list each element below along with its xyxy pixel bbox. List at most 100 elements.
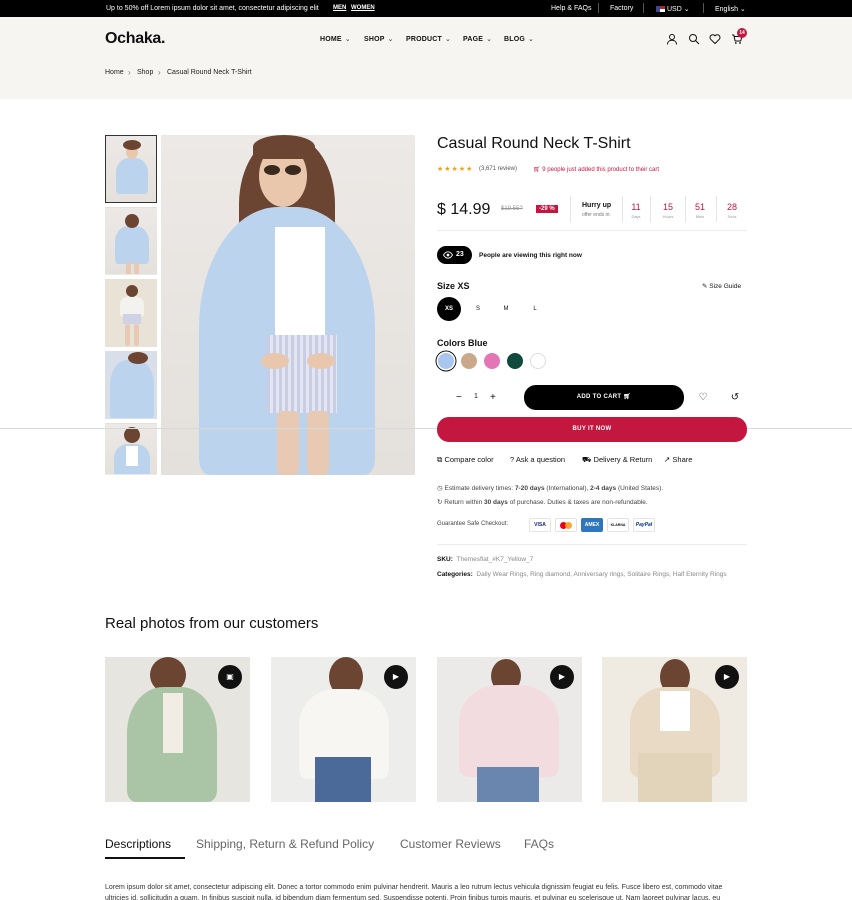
cart-note-text: 9 people just added this product to thei… — [542, 167, 660, 173]
compare-color-link[interactable]: ⧉ Compare color — [437, 455, 494, 465]
gallery-thumbnail[interactable] — [105, 279, 157, 347]
nav-home[interactable]: HOME ⌄ — [320, 35, 351, 43]
customer-photo[interactable]: ▶ — [271, 657, 416, 802]
discount-badge: -29 % — [536, 205, 558, 213]
chevron-down-icon: ⌄ — [683, 6, 690, 13]
gallery-thumbnail[interactable] — [105, 351, 157, 419]
klarna-icon: KLARNA — [607, 518, 629, 532]
cart-count-badge: 14 — [737, 28, 747, 38]
color-swatch-white[interactable] — [530, 353, 546, 369]
size-option-s[interactable]: S — [466, 297, 490, 321]
size-guide-text: Size Guide — [709, 283, 742, 290]
men-link[interactable]: MEN — [333, 5, 346, 11]
customer-photo[interactable]: ▶ — [602, 657, 747, 802]
nav-label: PRODUCT — [406, 36, 443, 43]
tab-shipping-policy[interactable]: Shipping, Return & Refund Policy — [196, 837, 374, 851]
main-product-image[interactable] — [161, 135, 415, 475]
viewers-count: 23 — [456, 251, 464, 258]
compare-button[interactable]: ↺ — [724, 387, 746, 409]
customer-photos-title: Real photos from our customers — [105, 615, 319, 632]
countdown-mins-label: Mins — [695, 214, 705, 219]
return-policy: ↻ Return within 30 days of purchase. Dut… — [437, 498, 648, 506]
delivery-us-suffix: (United States). — [617, 485, 664, 492]
video-play-icon[interactable]: ▶ — [715, 665, 739, 689]
women-link[interactable]: WOMEN — [351, 5, 375, 11]
add-to-cart-button[interactable]: ADD TO CART 🛒︎ — [524, 385, 684, 410]
chevron-down-icon: ⌄ — [445, 36, 452, 43]
color-swatch-beige[interactable] — [461, 353, 477, 369]
countdown-secs: 28 — [726, 202, 737, 212]
sku-label: SKU: — [437, 556, 453, 563]
increase-button[interactable]: + — [490, 392, 496, 403]
size-option-l[interactable]: L — [523, 297, 547, 321]
review-count[interactable]: (3,671 review) — [479, 166, 517, 172]
tab-descriptions[interactable]: Descriptions — [105, 837, 171, 851]
sku-row: SKU: Themesflat_#K7_Yellow_7 — [437, 556, 533, 563]
question-icon: ? — [510, 455, 515, 464]
gallery-thumbnail[interactable] — [105, 207, 157, 275]
color-swatch-pink[interactable] — [484, 353, 500, 369]
tab-faqs[interactable]: FAQs — [524, 837, 554, 851]
gallery-thumbnail[interactable] — [105, 135, 157, 203]
cart-icon: 🛒︎ — [533, 167, 541, 173]
offer-ends-label: offer ends in: — [582, 212, 611, 218]
breadcrumb-shop[interactable]: Shop — [137, 69, 153, 76]
nav-page[interactable]: PAGE ⌄ — [463, 35, 492, 43]
checkout-label: Guarantee Safe Checkout: — [437, 521, 509, 527]
ask-question-link[interactable]: ? Ask a question — [510, 455, 565, 464]
nav-shop[interactable]: SHOP ⌄ — [364, 35, 394, 43]
countdown-days: 11 — [631, 202, 641, 212]
logo[interactable]: Ochaka. — [105, 30, 165, 48]
wishlist-button[interactable]: ♡ — [692, 387, 714, 409]
user-icon[interactable] — [666, 33, 678, 45]
breadcrumb-home[interactable]: Home — [105, 69, 124, 76]
chevron-right-icon: › — [158, 68, 161, 77]
customer-photo[interactable]: ▶ — [437, 657, 582, 802]
sku-value: Themesflat_#K7_Yellow_7 — [456, 556, 534, 563]
delivery-return-link[interactable]: ⛟ Delivery & Return — [582, 455, 652, 465]
color-swatch-blue[interactable] — [438, 353, 454, 369]
tab-customer-reviews[interactable]: Customer Reviews — [400, 837, 501, 851]
countdown-hours: 15 — [662, 202, 673, 212]
size-option-xs[interactable]: XS — [437, 297, 461, 321]
amex-icon: AMEX — [581, 518, 603, 532]
cart-activity-note: 🛒︎ 9 people just added this product to t… — [533, 166, 659, 173]
quantity-value[interactable]: 1 — [474, 393, 478, 400]
clock-icon: ◷ — [437, 485, 443, 492]
original-price: $19.55? — [501, 206, 523, 212]
paypal-icon: PayPal — [633, 518, 655, 532]
categories-value[interactable]: Daily Wear Rings, Ring diamond, Annivers… — [476, 571, 726, 578]
return-icon: ↻ — [437, 499, 443, 506]
return-suffix: of purchase. Duties & taxes are non-refu… — [509, 499, 648, 506]
size-option-m[interactable]: M — [494, 297, 518, 321]
gallery-icon[interactable]: ▣ — [218, 665, 242, 689]
size-guide-link[interactable]: ✎ Size Guide — [702, 282, 741, 290]
nav-blog[interactable]: BLOG ⌄ — [504, 35, 534, 43]
color-swatch-green[interactable] — [507, 353, 523, 369]
nav-product[interactable]: PRODUCT ⌄ — [406, 35, 451, 43]
wishlist-heart-icon[interactable] — [709, 33, 721, 45]
help-link[interactable]: Help & FAQs — [551, 5, 591, 12]
gallery-thumbnail[interactable] — [105, 423, 157, 475]
factory-link[interactable]: Factory — [610, 5, 633, 12]
video-play-icon[interactable]: ▶ — [550, 665, 574, 689]
nav-label: HOME — [320, 36, 342, 43]
categories-row: Categories: Daily Wear Rings, Ring diamo… — [437, 571, 727, 578]
size-label: Size XS — [437, 281, 470, 291]
announcement-bar: Up to 50% off Lorem ipsum dolor sit amet… — [0, 0, 852, 17]
currency-selector[interactable]: USD ⌄ — [656, 5, 690, 13]
delivery-intl: 7-20 days — [514, 485, 545, 492]
product-title: Casual Round Neck T-Shirt — [437, 135, 631, 152]
share-link[interactable]: ↗ Share — [664, 455, 692, 464]
compare-icon: ⧉ — [437, 455, 443, 464]
countdown-hours-label: Hours — [662, 214, 674, 219]
decrease-button[interactable]: − — [456, 392, 462, 403]
ask-question-text: Ask a question — [515, 455, 566, 464]
video-play-icon[interactable]: ▶ — [384, 665, 408, 689]
search-icon[interactable] — [688, 33, 700, 45]
language-selector[interactable]: English ⌄ — [715, 5, 746, 13]
categories-label: Categories: — [437, 571, 473, 578]
customer-photo[interactable]: ▣ — [105, 657, 250, 802]
ruler-icon: ✎ — [702, 283, 708, 290]
buy-now-button[interactable]: BUY IT NOW — [437, 417, 747, 442]
